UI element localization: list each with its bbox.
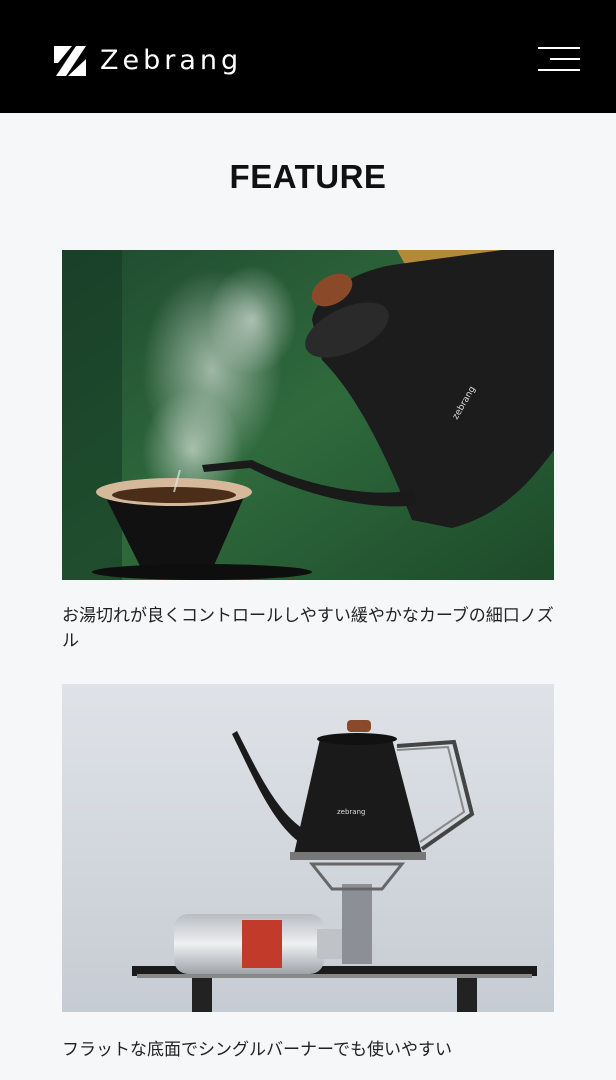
feature-caption: お湯切れが良くコントロールしやすい緩やかなカーブの細口ノズル <box>62 606 554 651</box>
feature-caption: フラットな底面でシングルバーナーでも使いやすい <box>62 1040 452 1060</box>
section-title: FEATURE <box>229 158 387 195</box>
zebrang-logo-icon <box>54 46 86 76</box>
site-header: Zebrang <box>0 0 616 113</box>
svg-text:zebrang: zebrang <box>337 808 365 816</box>
hamburger-menu-icon[interactable] <box>536 45 580 75</box>
brand-name: Zebrang <box>100 45 243 76</box>
feature-image-stove: zebrang <box>62 684 554 1012</box>
feature-image-pouring: zebrang <box>62 250 554 580</box>
brand-logo[interactable]: Zebrang <box>52 43 242 79</box>
